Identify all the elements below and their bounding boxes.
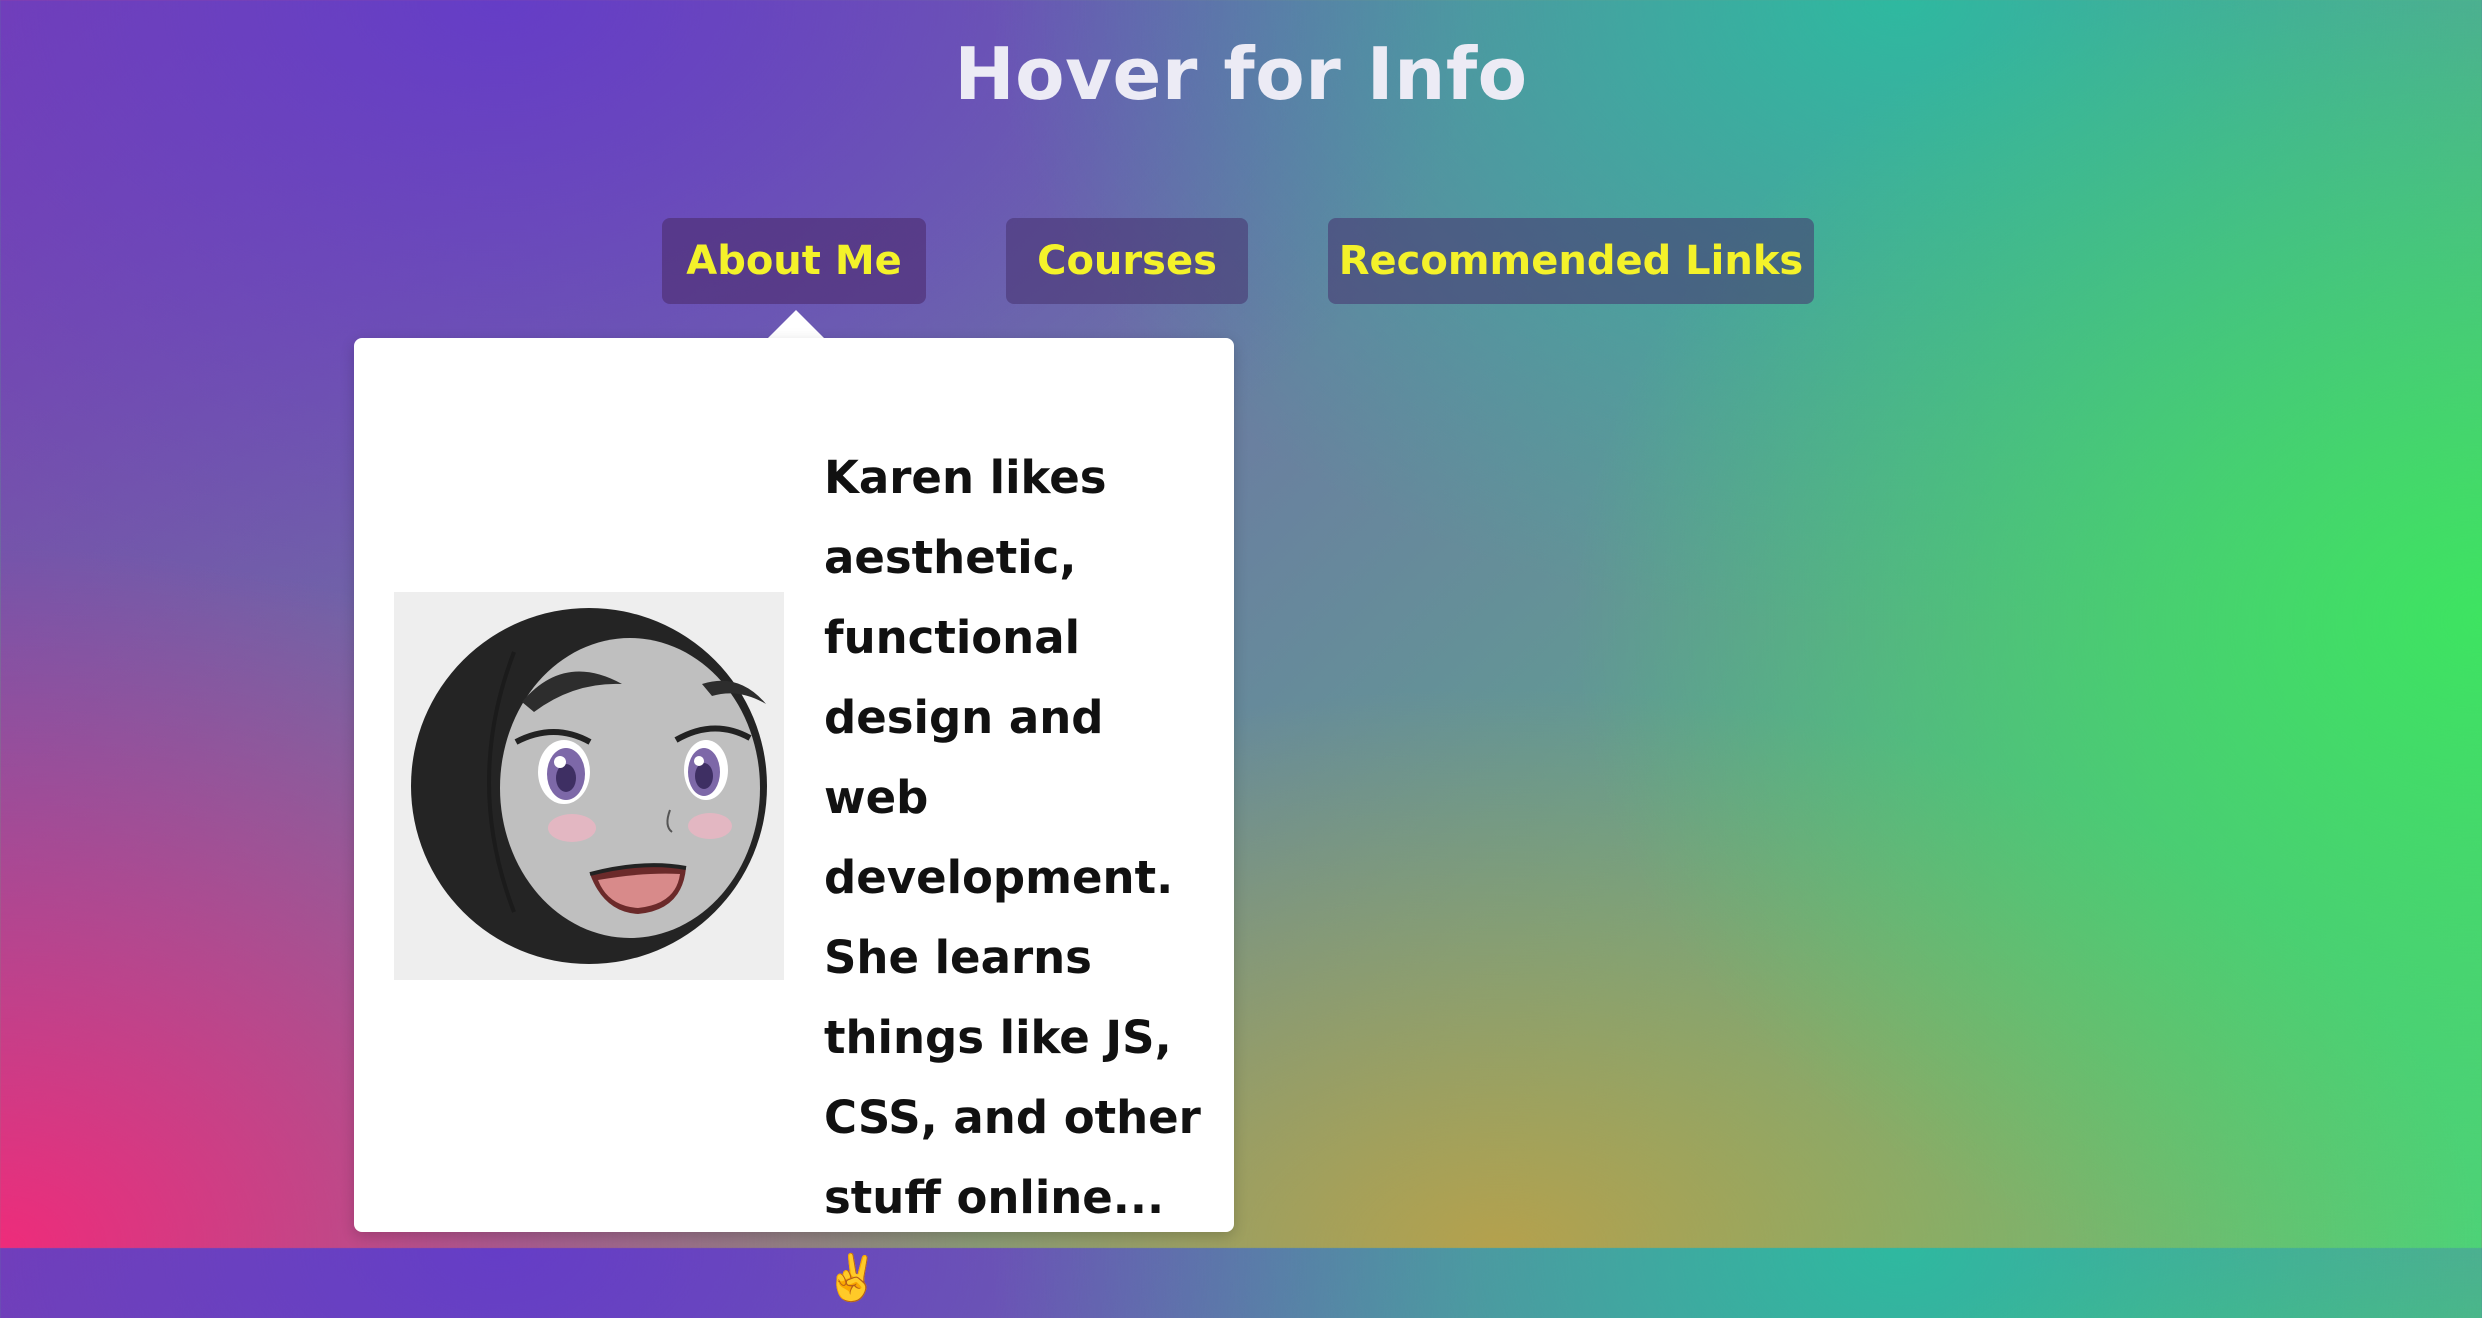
avatar xyxy=(394,592,784,980)
anime-face-avatar-icon xyxy=(411,608,767,964)
about-me-popup: Karen likes aesthetic, functional design… xyxy=(354,338,1234,1304)
nav-about-me-button[interactable]: About Me xyxy=(662,218,926,304)
page-title: Hover for Info xyxy=(954,32,1528,116)
nav-recommended-links-button[interactable]: Recommended Links xyxy=(1328,218,1814,304)
about-me-bio-text: Karen likes aesthetic, functional design… xyxy=(824,451,1201,1304)
nav-courses-button[interactable]: Courses xyxy=(1006,218,1248,304)
popup-pointer-arrow xyxy=(766,310,826,340)
